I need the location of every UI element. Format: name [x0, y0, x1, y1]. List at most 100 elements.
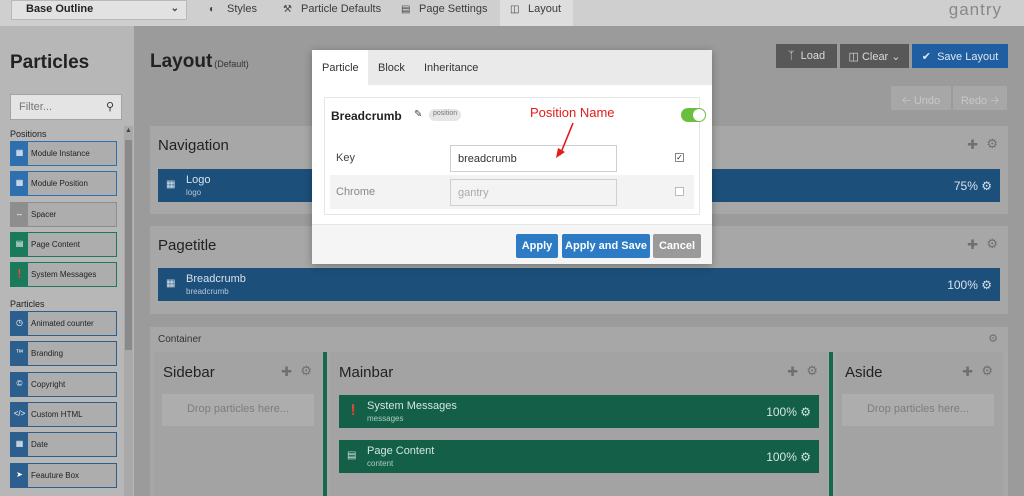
undo-button[interactable]: 🡠 Undo: [891, 86, 951, 110]
column-divider[interactable]: [829, 352, 833, 496]
load-button[interactable]: ᛉ Load: [776, 44, 837, 68]
save-layout-button[interactable]: ✔ Save Layout: [912, 44, 1008, 68]
gear-icon[interactable]: ⚙: [981, 179, 992, 193]
page-title: Layout (Default): [150, 51, 249, 73]
gear-icon[interactable]: ⚙: [981, 278, 992, 292]
gear-icon[interactable]: ⚙: [800, 405, 811, 419]
tab-layout[interactable]: ◫ Layout: [500, 0, 574, 26]
aside-column-title: Aside: [845, 364, 883, 381]
filter-input[interactable]: Filter... ⚲: [10, 94, 122, 120]
file-icon: ▤: [11, 233, 28, 256]
tab-particle[interactable]: Particle: [312, 50, 368, 85]
aside-drop-zone[interactable]: Drop particles here...: [842, 394, 994, 426]
column-divider[interactable]: [323, 352, 327, 496]
outline-select[interactable]: Base Outline ⌄: [11, 0, 187, 20]
module-instance-icon: ▦: [11, 142, 28, 165]
tab-particle-defaults[interactable]: ⚒ Particle Defaults: [283, 0, 381, 26]
redo-label: Redo: [960, 95, 988, 107]
sidebar-drop-zone[interactable]: Drop particles here...: [162, 394, 314, 426]
chrome-override-checkbox[interactable]: [675, 187, 684, 196]
plus-icon[interactable]: ✚: [281, 364, 292, 380]
apply-and-save-button[interactable]: Apply and Save: [562, 234, 650, 258]
tab-styles-label: Styles: [227, 3, 257, 15]
pagetitle-title: Pagetitle: [158, 237, 217, 254]
particle-label: Feauture Box: [31, 471, 80, 480]
gear-icon[interactable]: ⚙: [986, 136, 998, 152]
key-label: Key: [336, 152, 355, 164]
gear-icon[interactable]: ⚙: [800, 450, 811, 464]
top-toolbar: Base Outline ⌄ ◐ Styles ⚒ Particle Default…: [0, 0, 1024, 26]
particle-feature-box[interactable]: ➤ Feauture Box: [10, 463, 117, 488]
particle-animated-counter[interactable]: ◷ Animated counter: [10, 311, 117, 336]
gear-icon[interactable]: ⚙: [806, 363, 818, 379]
pencil-icon[interactable]: ✎: [414, 109, 422, 120]
info-icon: ❗: [11, 263, 28, 286]
key-row: Key breadcrumb ✓: [330, 141, 694, 175]
block-percent-value: 75%: [953, 179, 978, 193]
particle-page-content[interactable]: ▤ Page Content: [10, 232, 117, 257]
chrome-row: Chrome gantry: [330, 175, 694, 209]
particle-module-instance[interactable]: ▦ Module Instance: [10, 141, 117, 166]
plus-icon[interactable]: ✚: [967, 137, 978, 153]
particle-system-messages[interactable]: ❗ System Messages: [10, 262, 117, 287]
gear-icon[interactable]: ⚙: [300, 363, 312, 379]
particle-custom-html[interactable]: </> Custom HTML: [10, 402, 117, 427]
chrome-input[interactable]: gantry: [450, 179, 617, 206]
positions-heading: Positions: [10, 129, 47, 139]
particle-module-position[interactable]: ▦ Module Position: [10, 171, 117, 196]
plus-icon[interactable]: ✚: [967, 237, 978, 253]
tab-inheritance[interactable]: Inheritance: [424, 50, 478, 85]
tab-block[interactable]: Block: [378, 50, 405, 85]
tab-page-settings[interactable]: ▤ Page Settings: [401, 0, 488, 26]
block-id: logo: [186, 188, 202, 197]
page-content-block[interactable]: ▤ Page Content content 100% ⚙: [339, 440, 819, 473]
clock-icon: ◷: [11, 312, 28, 335]
particle-spacer[interactable]: ↔ Spacer: [10, 202, 117, 227]
clear-button[interactable]: ◫ Clear ⌄: [840, 44, 909, 68]
particle-branding[interactable]: ™ Branding: [10, 341, 117, 366]
gear-icon[interactable]: ⚙: [988, 332, 998, 345]
block-percent-value: 100%: [766, 450, 797, 464]
breadcrumb-block[interactable]: ▦ Breadcrumb breadcrumb 100% ⚙: [158, 268, 1000, 301]
plus-icon[interactable]: ✚: [787, 364, 798, 380]
mainbar-column: Mainbar ✚ ⚙ ❗ System Messages messages 1…: [330, 352, 828, 496]
plus-icon[interactable]: ✚: [962, 364, 973, 380]
trademark-icon: ™: [11, 342, 28, 365]
annotation-label: Position Name: [530, 105, 615, 120]
rocket-icon: ➤: [11, 464, 28, 487]
scrollbar-thumb[interactable]: [125, 140, 132, 350]
enabled-toggle[interactable]: [681, 108, 706, 122]
navigation-title: Navigation: [158, 137, 229, 154]
particle-label: System Messages: [31, 270, 97, 279]
key-input[interactable]: breadcrumb: [450, 145, 617, 172]
undo-label: Undo: [913, 95, 941, 107]
tab-styles[interactable]: ◐ Styles: [209, 0, 257, 26]
gear-icon[interactable]: ⚙: [986, 236, 998, 252]
check-icon: ✔: [921, 51, 931, 63]
container-label: Container: [158, 334, 202, 345]
toggle-knob: [693, 109, 705, 121]
block-percent: 100% ⚙: [947, 278, 992, 292]
particle-label: Page Content: [31, 240, 80, 249]
wrench-icon: ⚒: [283, 4, 292, 15]
gear-icon[interactable]: ⚙: [981, 363, 993, 379]
trash-icon: ◫: [848, 51, 859, 63]
sidebar-scrollbar[interactable]: ▲: [124, 126, 133, 496]
tab-layout-label: Layout: [528, 3, 562, 15]
system-messages-block[interactable]: ❗ System Messages messages 100% ⚙: [339, 395, 819, 428]
outline-select-value: Base Outline: [26, 3, 94, 15]
particle-copyright[interactable]: © Copyright: [10, 372, 117, 397]
key-override-checkbox[interactable]: ✓: [675, 153, 684, 162]
image-icon: ▦: [166, 179, 176, 190]
info-icon: ❗: [347, 405, 360, 416]
redo-button[interactable]: Redo 🡢: [953, 86, 1007, 110]
columns-icon: ◫: [510, 4, 520, 15]
contrast-icon: ◐: [209, 4, 216, 15]
breadcrumb-icon: ▦: [166, 278, 176, 289]
cancel-button[interactable]: Cancel: [653, 234, 701, 258]
sidebar-column: Sidebar ✚ ⚙ Drop particles here...: [154, 352, 322, 496]
particle-date[interactable]: ▦ Date: [10, 432, 117, 457]
mainbar-column-title: Mainbar: [339, 364, 394, 381]
search-icon: ⚲: [105, 101, 114, 113]
apply-button[interactable]: Apply: [516, 234, 558, 258]
